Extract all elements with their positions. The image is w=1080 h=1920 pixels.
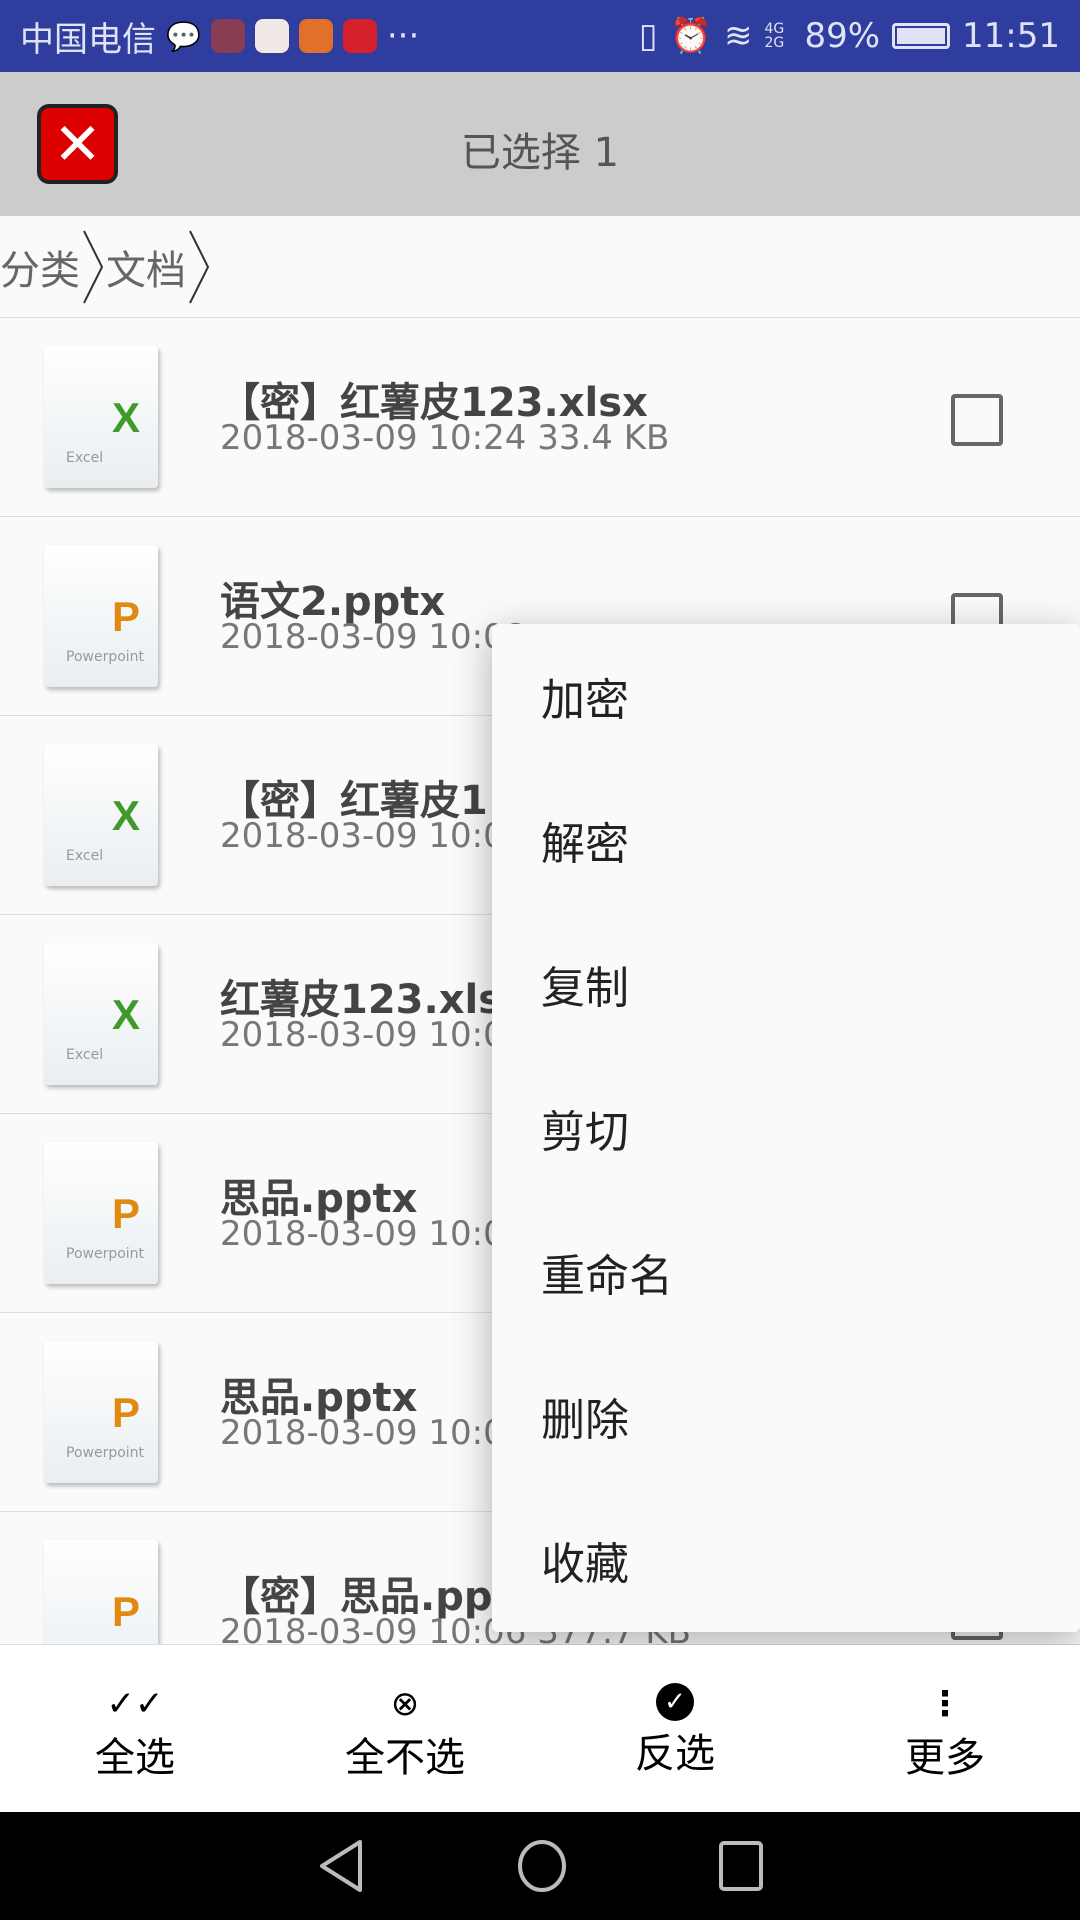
file-meta: 2018-03-09 10:08 <box>220 617 527 657</box>
menu-item-rename[interactable]: 重命名 <box>492 1200 1080 1344</box>
menu-item-favorite[interactable]: 收藏 <box>492 1488 1080 1632</box>
wechat-icon: 💬 <box>166 19 201 53</box>
recents-icon[interactable] <box>718 1840 764 1892</box>
file-meta: 2018-03-09 10:24 33.4 KB <box>220 418 670 458</box>
home-icon[interactable] <box>516 1838 568 1894</box>
file-icon-label: Powerpoint <box>66 1445 145 1461</box>
app-notification-icon <box>210 19 245 53</box>
clock: 11:51 <box>962 16 1060 56</box>
menu-item-copy[interactable]: 复制 <box>492 912 1080 1056</box>
file-row[interactable]: X Excel 【密】红薯皮123.xlsx 2018-03-09 10:24 3… <box>0 318 1080 517</box>
breadcrumb-item[interactable]: 文档 <box>106 238 186 296</box>
file-meta: 2018-03-09 10:08 <box>220 816 527 856</box>
select-all-button[interactable]: ✓✓ 全选 <box>0 1645 270 1812</box>
vertical-dots-icon: ⋮ <box>928 1684 962 1724</box>
file-icon-label: Excel <box>66 1047 104 1063</box>
file-meta: 2018-03-09 10:06 <box>220 1413 527 1453</box>
excel-file-icon: X Excel <box>44 744 158 886</box>
button-label: 全选 <box>95 1735 175 1781</box>
file-meta: 2018-03-09 10:07 <box>220 1214 527 1254</box>
page-title: 已选择 1 <box>460 130 620 176</box>
vibrate-icon: ▯ <box>638 16 658 56</box>
file-icon-label: Powerpoint <box>66 1246 145 1262</box>
powerpoint-file-icon: PPowerpoint <box>44 545 158 687</box>
select-checkbox[interactable] <box>951 394 1003 446</box>
powerpoint-file-icon: PPowerpoint <box>44 1142 158 1284</box>
excel-file-icon: X Excel <box>44 943 158 1085</box>
baidu-icon <box>254 19 289 53</box>
excel-file-icon: X Excel <box>44 346 158 488</box>
mango-tv-icon <box>298 19 333 53</box>
file-icon-label: Powerpoint <box>66 649 145 665</box>
file-icon-label: Excel <box>66 848 104 864</box>
selection-toolbar: ✕ 已选择 1 <box>0 72 1080 216</box>
file-icon-label: Excel <box>66 450 104 466</box>
breadcrumb-item[interactable]: 分类 <box>0 238 80 296</box>
select-none-button[interactable]: ⊗ 全不选 <box>270 1645 540 1812</box>
powerpoint-file-icon: PPowerpoint <box>44 1341 158 1483</box>
signal-label: 4G 2G <box>764 21 785 51</box>
news-app-icon <box>342 19 377 53</box>
filled-check-circle-icon: ✓ <box>656 1683 694 1721</box>
double-check-icon: ✓✓ <box>106 1684 164 1724</box>
invert-selection-button[interactable]: ✓ 反选 <box>540 1645 810 1812</box>
button-label: 全不选 <box>345 1735 465 1781</box>
chevron-right-icon <box>189 230 210 303</box>
alarm-icon: ⏰ <box>669 16 712 56</box>
menu-item-delete[interactable]: 删除 <box>492 1344 1080 1488</box>
menu-item-decrypt[interactable]: 解密 <box>492 768 1080 912</box>
back-icon[interactable] <box>316 1838 366 1894</box>
battery-icon <box>892 23 951 49</box>
battery-percent: 89% <box>804 16 881 56</box>
file-meta: 2018-03-09 10:08 <box>220 1015 527 1055</box>
wifi-icon: ≋ <box>723 16 753 56</box>
button-label: 更多 <box>905 1735 985 1781</box>
status-bar: 中国电信 💬 ··· ▯ ⏰ ≋ 4G 2G 89% 11:51 <box>0 0 1080 72</box>
bottom-action-bar: ✓✓ 全选 ⊗ 全不选 ✓ 反选 ⋮ 更多 <box>0 1645 1080 1812</box>
menu-item-encrypt[interactable]: 加密 <box>492 624 1080 768</box>
chevron-right-icon <box>83 230 104 303</box>
carrier-label: 中国电信 <box>20 19 156 60</box>
circle-x-icon: ⊗ <box>390 1684 420 1724</box>
powerpoint-file-icon: PPowerpoint <box>44 1540 158 1644</box>
button-label: 反选 <box>635 1731 715 1777</box>
breadcrumb: 分类 文档 <box>0 216 1080 318</box>
more-notifications-icon: ··· <box>386 16 420 56</box>
navigation-bar <box>0 1812 1080 1920</box>
menu-item-cut[interactable]: 剪切 <box>492 1056 1080 1200</box>
context-menu: 加密 解密 复制 剪切 重命名 删除 收藏 <box>492 624 1080 1632</box>
more-button[interactable]: ⋮ 更多 <box>810 1645 1080 1812</box>
